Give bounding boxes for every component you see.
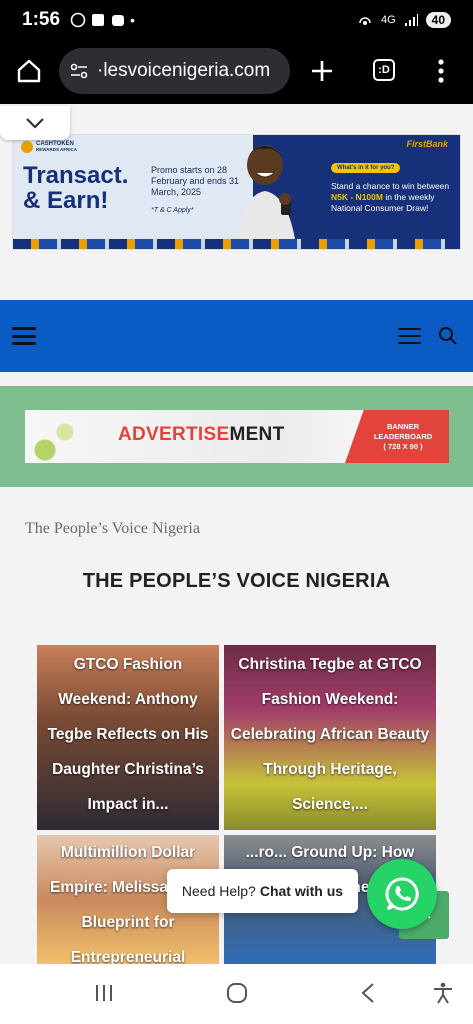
- notification-icons: •: [70, 12, 135, 28]
- status-time: 1:56: [22, 9, 61, 30]
- article-card[interactable]: GTCO Fashion Weekend: Anthony Tegbe Refl…: [37, 645, 219, 830]
- home-icon: [17, 59, 41, 83]
- whatsapp-notification-icon: [70, 12, 86, 28]
- more-vertical-icon: [438, 59, 444, 83]
- leaderboard-ad[interactable]: ADVERTISEMENT BANNER LEADERBOARD ( 728 X…: [25, 410, 449, 463]
- system-home-button[interactable]: [225, 982, 249, 1004]
- system-navigation-bar: [0, 964, 473, 1024]
- hotspot-icon: [359, 17, 371, 25]
- more-notifications-dot: •: [130, 12, 135, 28]
- breadcrumb[interactable]: The People’s Voice Nigeria: [25, 520, 200, 538]
- chat-prompt[interactable]: Need Help? Chat with us: [167, 869, 358, 913]
- leaderboard-tag: BANNER LEADERBOARD ( 728 X 90 ): [345, 410, 449, 463]
- cashtoken-logo: CASHTOKEN REWARDS AFRICA: [21, 141, 77, 153]
- tabs-button[interactable]: :D: [373, 59, 395, 81]
- recent-apps-icon: [96, 985, 112, 1001]
- status-bar: 1:56 • 4G 40: [0, 0, 473, 40]
- ad-decorative-strip: [13, 239, 460, 249]
- left-menu-button[interactable]: [12, 327, 36, 345]
- article-title[interactable]: Christina Tegbe at GTCO Fashion Weekend:…: [224, 647, 436, 822]
- ad-description: Stand a chance to win between N5K - N100…: [331, 181, 450, 213]
- home-button[interactable]: [16, 58, 42, 84]
- search-icon[interactable]: [438, 326, 458, 346]
- browser-toolbar: ·lesvoicenigeria.com :D: [0, 40, 473, 104]
- recent-apps-button[interactable]: [93, 982, 115, 1004]
- signal-icon: [404, 14, 418, 26]
- back-icon: [361, 983, 374, 1003]
- chat-prompt-text: Need Help?: [181, 883, 256, 899]
- status-right: 4G 40: [357, 12, 451, 28]
- app-notification-icon: [92, 14, 105, 26]
- web-page: CASHTOKEN REWARDS AFRICA Transact. & Earn…: [0, 104, 473, 964]
- page-title: THE PEOPLE’S VOICE NIGERIA: [82, 570, 391, 592]
- whatsapp-chat-button[interactable]: [367, 859, 437, 929]
- tab-count: :D: [373, 59, 395, 81]
- accessibility-icon: [434, 982, 452, 1004]
- ad-badge: What's in it for you?: [331, 163, 401, 173]
- chevron-down-icon: [26, 118, 44, 129]
- article-card[interactable]: Christina Tegbe at GTCO Fashion Weekend:…: [224, 645, 436, 830]
- top-ad-banner[interactable]: CASHTOKEN REWARDS AFRICA Transact. & Earn…: [12, 134, 461, 250]
- whatsapp-icon: [385, 877, 419, 911]
- back-button[interactable]: [360, 982, 376, 1004]
- accessibility-button[interactable]: [432, 982, 454, 1004]
- advertisement-text: ADVERTISEMENT: [118, 424, 285, 445]
- article-title[interactable]: GTCO Fashion Weekend: Anthony Tegbe Refl…: [37, 647, 219, 822]
- site-nav-bar: [0, 300, 473, 372]
- ad-leaves-decoration: [25, 410, 95, 463]
- home-circle-icon: [227, 983, 247, 1003]
- leaderboard-section: ADVERTISEMENT BANNER LEADERBOARD ( 728 X…: [0, 386, 473, 487]
- address-bar[interactable]: ·lesvoicenigeria.com: [59, 48, 290, 94]
- right-menu-button[interactable]: [398, 328, 421, 344]
- plus-icon: [312, 61, 332, 81]
- site-settings-icon[interactable]: [69, 61, 89, 81]
- new-tab-button[interactable]: [309, 58, 335, 84]
- battery-level: 40: [425, 12, 451, 28]
- collapse-toolbar-button[interactable]: [0, 106, 70, 140]
- ad-headline: Transact. & Earn!: [23, 162, 129, 214]
- chat-action-text: Chat with us: [259, 883, 344, 899]
- ad-person-illustration: [237, 145, 295, 239]
- media-notification-icon: [112, 15, 125, 26]
- firstbank-logo: FirstBank: [406, 139, 448, 149]
- ad-terms: *T & C Apply*: [151, 207, 194, 214]
- network-type: 4G: [380, 14, 396, 26]
- menu-button[interactable]: [436, 58, 446, 84]
- url-text: ·lesvoicenigeria.com: [97, 60, 271, 81]
